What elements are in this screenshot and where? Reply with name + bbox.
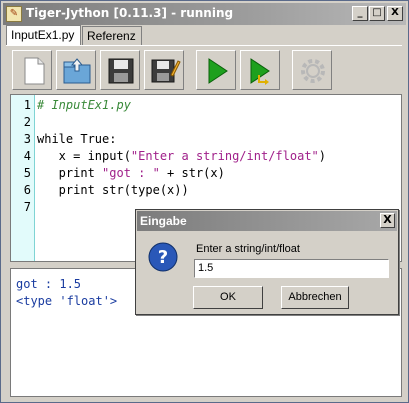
- maximize-button[interactable]: □: [369, 6, 385, 21]
- code-line-4: x = input("Enter a string/int/float"): [37, 149, 326, 163]
- code-token: print: [37, 166, 103, 180]
- console-line: got : 1.5: [16, 277, 82, 291]
- code-token: + str(x): [159, 166, 225, 180]
- string-literal: "Enter a string/int/float": [130, 149, 319, 163]
- svg-text:?: ?: [158, 247, 168, 268]
- save-as-button[interactable]: [144, 50, 184, 90]
- console-line: <type 'float'>: [16, 294, 118, 308]
- close-button[interactable]: X: [387, 6, 403, 21]
- input-dialog: Eingabe X ? Enter a string/int/float 1.5…: [135, 209, 399, 315]
- code-line-1: # InputEx1.py: [37, 98, 131, 112]
- code-token: x = input(: [37, 149, 131, 163]
- window-title: Tiger-Jython [0.11.3] - running: [26, 6, 234, 20]
- title-bar[interactable]: ✎ Tiger-Jython [0.11.3] - running _ □ X: [3, 3, 406, 25]
- code-token: ): [318, 149, 326, 163]
- code-line-3: while True:: [37, 132, 117, 146]
- question-icon: ?: [148, 242, 178, 272]
- save-as-icon: [151, 59, 181, 83]
- line-number-gutter: 1 2 3 4 5 6 7: [11, 95, 35, 261]
- line-number: 1: [23, 98, 31, 112]
- tab-referenz[interactable]: Referenz: [82, 26, 142, 45]
- ok-button[interactable]: OK: [193, 286, 263, 309]
- code-line-5: print "got : " + str(x): [37, 166, 225, 180]
- line-number: 4: [23, 149, 31, 163]
- line-number: 3: [23, 132, 31, 146]
- main-window: ✎ Tiger-Jython [0.11.3] - running _ □ X …: [0, 0, 409, 403]
- line-number: 7: [23, 200, 31, 214]
- tab-inputex1[interactable]: InputEx1.py: [6, 25, 81, 46]
- dialog-title: Eingabe: [140, 214, 187, 228]
- dialog-title-bar[interactable]: Eingabe X: [137, 211, 397, 231]
- toolbar: [6, 45, 402, 93]
- new-file-icon: [24, 57, 45, 85]
- open-file-icon: [63, 58, 91, 84]
- dialog-message: Enter a string/int/float: [196, 243, 300, 255]
- minimize-button[interactable]: _: [352, 6, 368, 21]
- dialog-close-button[interactable]: X: [380, 213, 395, 228]
- save-button[interactable]: [100, 50, 140, 90]
- gear-icon: [301, 59, 325, 83]
- cancel-button[interactable]: Abbrechen: [281, 286, 349, 309]
- python-icon: ✎: [6, 6, 22, 22]
- code-line-6: print str(type(x)): [37, 183, 189, 197]
- settings-button[interactable]: [292, 50, 332, 90]
- line-number: 5: [23, 166, 31, 180]
- new-file-button[interactable]: [12, 50, 52, 90]
- run-button[interactable]: [196, 50, 236, 90]
- debug-run-button[interactable]: [240, 50, 280, 90]
- debug-run-icon: [250, 58, 270, 85]
- save-icon: [108, 58, 134, 84]
- run-icon: [208, 58, 228, 84]
- dialog-input-field[interactable]: 1.5: [194, 259, 389, 278]
- open-file-button[interactable]: [56, 50, 96, 90]
- string-literal: "got : ": [102, 166, 160, 180]
- line-number: 6: [23, 183, 31, 197]
- line-number: 2: [23, 115, 31, 129]
